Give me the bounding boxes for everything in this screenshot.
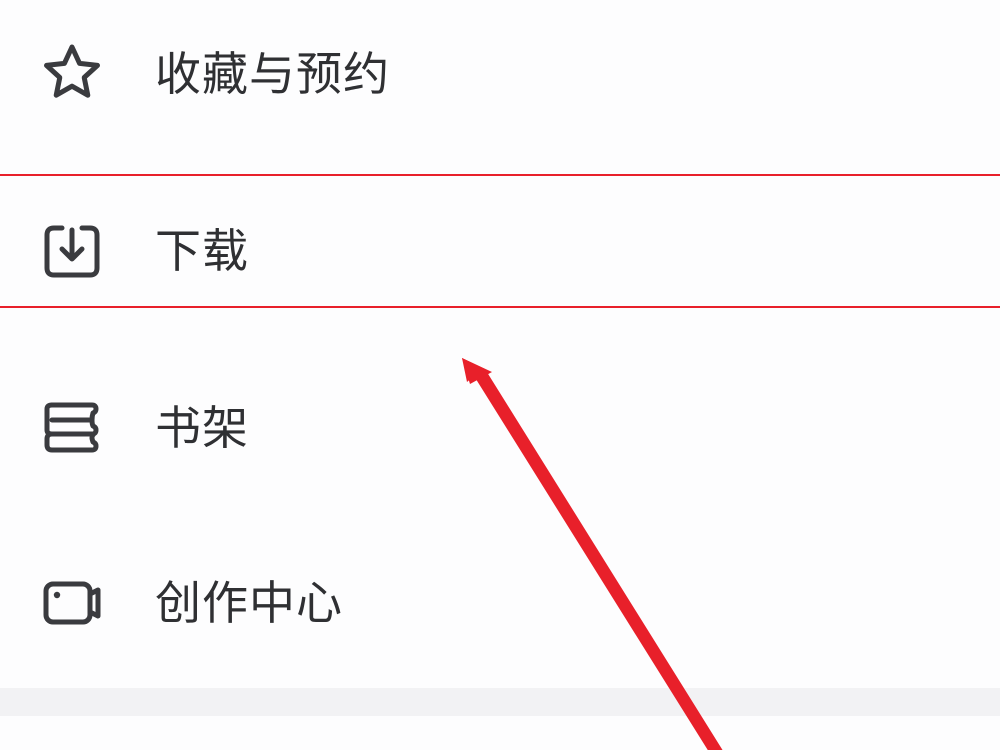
menu-item-label: 下载: [155, 224, 249, 278]
menu-item-label: 收藏与预约: [155, 47, 390, 101]
download-icon: [40, 218, 104, 282]
menu-item-bookshelf[interactable]: 书架: [0, 360, 1000, 490]
bookshelf-icon: [40, 395, 104, 459]
creator-center-icon: [40, 570, 104, 634]
next-section: [0, 716, 1000, 750]
menu-item-label: 创作中心: [155, 576, 343, 630]
star-icon: [40, 41, 104, 105]
menu-item-download[interactable]: 下载: [0, 183, 1000, 313]
menu-item-label: 书架: [155, 401, 249, 455]
menu-item-favorites[interactable]: 收藏与预约: [0, 6, 1000, 136]
menu-list: 收藏与预约 下载 书架 创作中心: [0, 0, 1000, 690]
section-divider: [0, 688, 1000, 716]
menu-item-creator-center[interactable]: 创作中心: [0, 535, 1000, 665]
